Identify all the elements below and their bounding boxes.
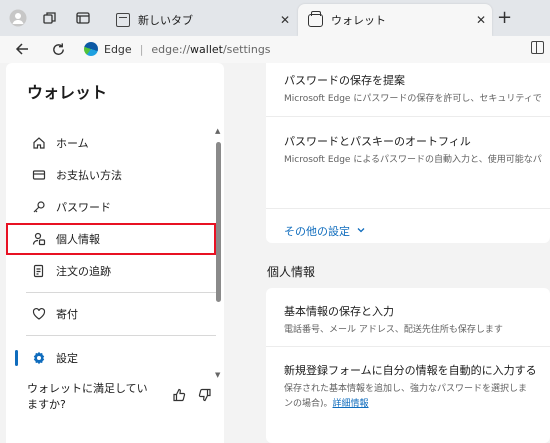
sidebar-item-donations[interactable]: 寄付 — [6, 299, 218, 329]
new-tab-favicon-icon — [116, 13, 130, 27]
sidebar-divider — [26, 292, 216, 293]
person-icon — [32, 232, 46, 246]
more-settings-link[interactable]: その他の設定 — [284, 223, 366, 239]
personal-info-card: 基本情報の保存と入力 電話番号、メール アドレス、配送先住所も保存します 新規登… — [266, 288, 550, 443]
profile-icon[interactable] — [8, 8, 28, 28]
thumbs-down-icon[interactable] — [198, 388, 212, 406]
autofill-signup-description: 保存された基本情報を追加し、強力なパスワードを選択しま — [284, 384, 528, 394]
sidebar-item-label: ホーム — [56, 137, 89, 150]
tab-strip: 新しいタブ ✕ ウォレット ✕ + — [0, 0, 550, 36]
wallet-title: ウォレット — [27, 83, 108, 102]
tab-title: 新しいタブ — [138, 14, 193, 27]
row-separator — [266, 208, 550, 209]
sidebar-item-label: 寄付 — [56, 308, 78, 321]
sidebar-item-personal-info[interactable]: 個人情報 — [6, 223, 216, 255]
chevron-down-icon — [356, 225, 366, 238]
heart-icon — [32, 307, 46, 321]
refresh-button[interactable] — [47, 38, 69, 60]
sidebar-item-settings[interactable]: 設定 — [6, 343, 218, 373]
save-basic-info-description: 電話番号、メール アドレス、配送先住所も保存します — [284, 325, 503, 335]
home-icon — [32, 136, 46, 150]
close-tab-icon[interactable]: ✕ — [274, 13, 296, 27]
sidebar-item-label: お支払い方法 — [56, 169, 122, 182]
vertical-tabs-icon[interactable] — [73, 8, 93, 28]
row-separator — [266, 116, 550, 117]
sidebar-item-home[interactable]: ホーム — [6, 128, 218, 158]
offer-save-passwords-title: パスワードの保存を提案 — [284, 74, 405, 87]
tab-title: ウォレット — [331, 14, 386, 27]
address-url: edge://wallet/settings — [151, 42, 271, 56]
address-bar[interactable]: Edge | edge://wallet/settings — [84, 38, 514, 60]
scroll-down-arrow-icon[interactable]: ▼ — [215, 371, 220, 379]
back-arrow-icon — [15, 43, 28, 55]
new-tab-button[interactable]: + — [497, 9, 512, 27]
card-icon — [32, 168, 46, 182]
wallet-favicon-icon — [308, 10, 323, 27]
sidebar-item-passwords[interactable]: パスワード — [6, 192, 218, 222]
workspaces-icon[interactable] — [40, 8, 60, 28]
sidebar-item-label: 個人情報 — [56, 233, 100, 246]
wallet-page: ウォレット ホーム お支払い方法 パスワード 個人情報 注文の追跡 寄付 設定 … — [0, 63, 550, 443]
offer-save-passwords-description: Microsoft Edge にパスワードの保存を許可し、セキュリティで — [284, 94, 542, 104]
personal-info-section-title: 個人情報 — [267, 265, 316, 279]
split-screen-icon[interactable] — [531, 41, 544, 54]
autofill-signup-description-line2: ンの場合)。詳細情報 — [284, 399, 369, 409]
sidebar-item-label: 注文の追跡 — [56, 265, 111, 278]
thumbs-up-icon[interactable] — [172, 388, 186, 406]
edge-logo-icon — [84, 42, 98, 56]
wallet-sidebar: ウォレット ホーム お支払い方法 パスワード 個人情報 注文の追跡 寄付 設定 … — [6, 63, 224, 443]
sidebar-item-label: 設定 — [56, 352, 78, 365]
autofill-passwords-description: Microsoft Edge によるパスワードの自動入力と、使用可能なパ — [284, 155, 542, 165]
address-brand: Edge — [104, 42, 132, 56]
autofill-passwords-title: パスワードとパスキーのオートフィル — [284, 135, 471, 148]
feedback-prompt: ウォレットに満足してい ますか? — [27, 382, 148, 411]
row-separator — [266, 346, 550, 347]
sidebar-item-order-tracking[interactable]: 注文の追跡 — [6, 256, 218, 286]
tab-wallet[interactable]: ウォレット ✕ — [298, 4, 492, 36]
scroll-up-arrow-icon[interactable]: ▲ — [215, 127, 220, 135]
close-tab-icon[interactable]: ✕ — [470, 13, 492, 27]
receipt-icon — [32, 264, 46, 278]
back-button[interactable] — [11, 38, 33, 60]
navigation-bar: Edge | edge://wallet/settings — [0, 36, 550, 63]
save-basic-info-title: 基本情報の保存と入力 — [284, 305, 394, 318]
tab-new-tab[interactable]: 新しいタブ ✕ — [106, 4, 296, 36]
autofill-signup-title: 新規登録フォームに自分の情報を自動的に入力する — [284, 364, 537, 377]
refresh-icon — [52, 42, 64, 55]
sidebar-item-payment-methods[interactable]: お支払い方法 — [6, 160, 218, 190]
password-settings-card: パスワードの保存を提案 Microsoft Edge にパスワードの保存を許可し… — [266, 63, 550, 243]
sidebar-item-label: パスワード — [56, 201, 111, 214]
sidebar-divider — [26, 335, 216, 336]
gear-icon — [32, 351, 46, 365]
details-link[interactable]: 詳細情報 — [333, 399, 369, 409]
address-separator: | — [139, 42, 144, 56]
key-icon — [32, 200, 46, 214]
sidebar-scrollbar-thumb[interactable] — [216, 142, 221, 302]
